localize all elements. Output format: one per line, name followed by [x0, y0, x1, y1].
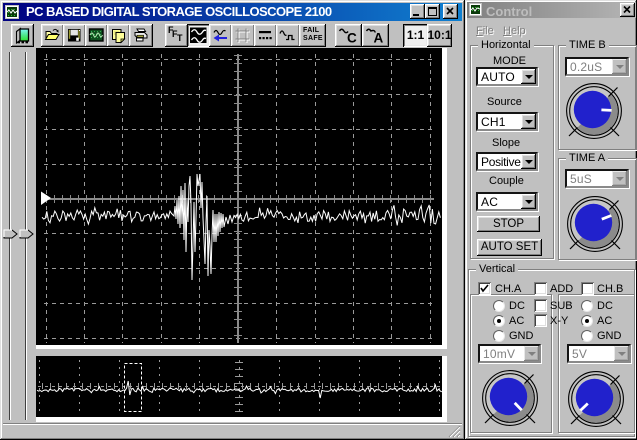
svg-text:C: C — [347, 31, 357, 45]
svg-text:A: A — [374, 31, 384, 45]
